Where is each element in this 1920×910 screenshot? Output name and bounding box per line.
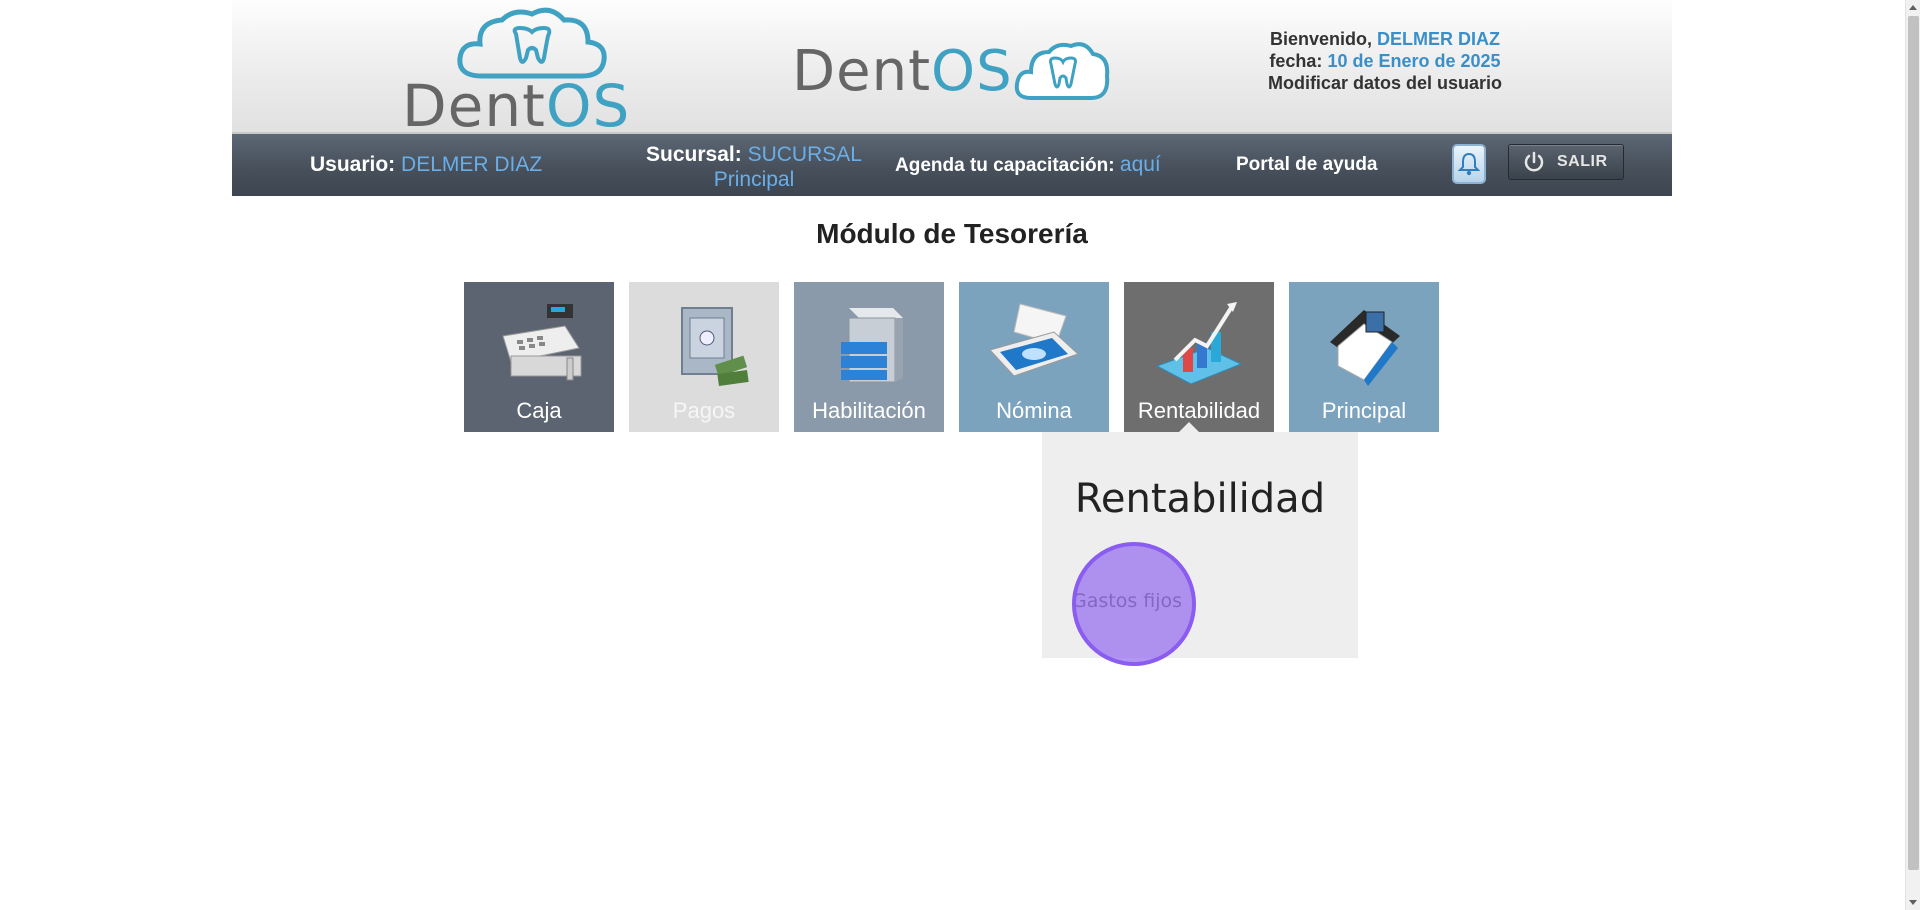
scroll-up-icon[interactable] <box>1909 5 1917 10</box>
usuario-value: DELMER DIAZ <box>401 153 543 176</box>
logo-center-text: DentOS <box>792 38 1013 104</box>
portal-ayuda-link[interactable]: Portal de ayuda <box>1236 154 1378 176</box>
date-value: 10 de Enero de 2025 <box>1327 51 1501 71</box>
power-icon <box>1524 151 1544 172</box>
bell-icon <box>1458 152 1480 176</box>
safe-money-icon <box>681 307 749 387</box>
nav-usuario: Usuario: DELMER DIAZ <box>310 153 543 176</box>
logout-button[interactable]: SALIR <box>1508 144 1624 180</box>
navbar: Usuario: DELMER DIAZ Sucursal: SUCURSAL … <box>232 134 1672 196</box>
module-tiles: Caja Pagos Habilitación Nómina Rentabili… <box>464 282 1439 432</box>
home-icon <box>1330 310 1400 386</box>
scroll-thumb[interactable] <box>1908 16 1919 870</box>
growth-chart-icon <box>1155 302 1243 385</box>
tile-habilitacion-label: Habilitación <box>812 398 926 423</box>
file-cabinet-icon <box>841 308 903 383</box>
tile-habilitacion[interactable]: Habilitación <box>794 282 944 432</box>
user-info: Bienvenido, DELMER DIAZ fecha: 10 de Ene… <box>1268 28 1502 94</box>
scroll-down-icon[interactable] <box>1909 900 1917 905</box>
app-frame: DentOS DentOS Bienvenido, DELMER DIAZ fe… <box>232 0 1672 666</box>
tile-rentabilidad[interactable]: Rentabilidad <box>1124 282 1274 432</box>
logout-label: SALIR <box>1557 153 1608 170</box>
dentos-logo-center: DentOS <box>792 36 1111 106</box>
sucursal-value-line2: Principal <box>713 168 795 191</box>
date-line: fecha: 10 de Enero de 2025 <box>1269 51 1501 71</box>
tile-principal-label: Principal <box>1321 398 1407 423</box>
submenu-item-gastos-fijos[interactable]: Gastos fijos <box>1072 590 1182 612</box>
welcome-name: DELMER DIAZ <box>1376 29 1500 49</box>
header: DentOS DentOS Bienvenido, DELMER DIAZ fe… <box>232 0 1672 140</box>
page-title: Módulo de Tesorería <box>816 218 1088 249</box>
tile-rentabilidad-label: Rentabilidad <box>1137 398 1261 423</box>
nav-sucursal: Sucursal: SUCURSAL Principal <box>646 143 862 191</box>
tile-caja-label: Caja <box>516 398 562 423</box>
tile-principal[interactable]: Principal <box>1289 282 1439 432</box>
modify-user-link[interactable]: Modificar datos del usuario <box>1268 72 1502 94</box>
tile-caja[interactable]: Caja <box>464 282 614 432</box>
vertical-scrollbar[interactable] <box>1905 0 1920 910</box>
agenda-link[interactable]: aquí <box>1120 153 1161 176</box>
tile-pagos-label: Pagos <box>672 398 736 423</box>
notifications-button[interactable] <box>1452 144 1486 184</box>
submenu-title: Rentabilidad <box>1074 476 1326 522</box>
logo-left-text: DentOS <box>402 72 631 140</box>
payroll-tray-icon <box>989 303 1079 377</box>
rentabilidad-submenu: Rentabilidad Gastos fijos <box>1042 432 1358 658</box>
cash-register-icon <box>502 304 582 381</box>
welcome-line: Bienvenido, DELMER DIAZ <box>1269 29 1500 49</box>
dentos-logo-large: DentOS <box>402 6 662 140</box>
sucursal-value: SUCURSAL <box>747 143 862 166</box>
cloud-tooth-icon <box>1014 42 1109 100</box>
nav-agenda: Agenda tu capacitación: aquí <box>895 153 1161 176</box>
tile-pagos[interactable]: Pagos <box>629 282 779 432</box>
tile-nomina[interactable]: Nómina <box>959 282 1109 432</box>
tile-nomina-label: Nómina <box>996 398 1072 423</box>
